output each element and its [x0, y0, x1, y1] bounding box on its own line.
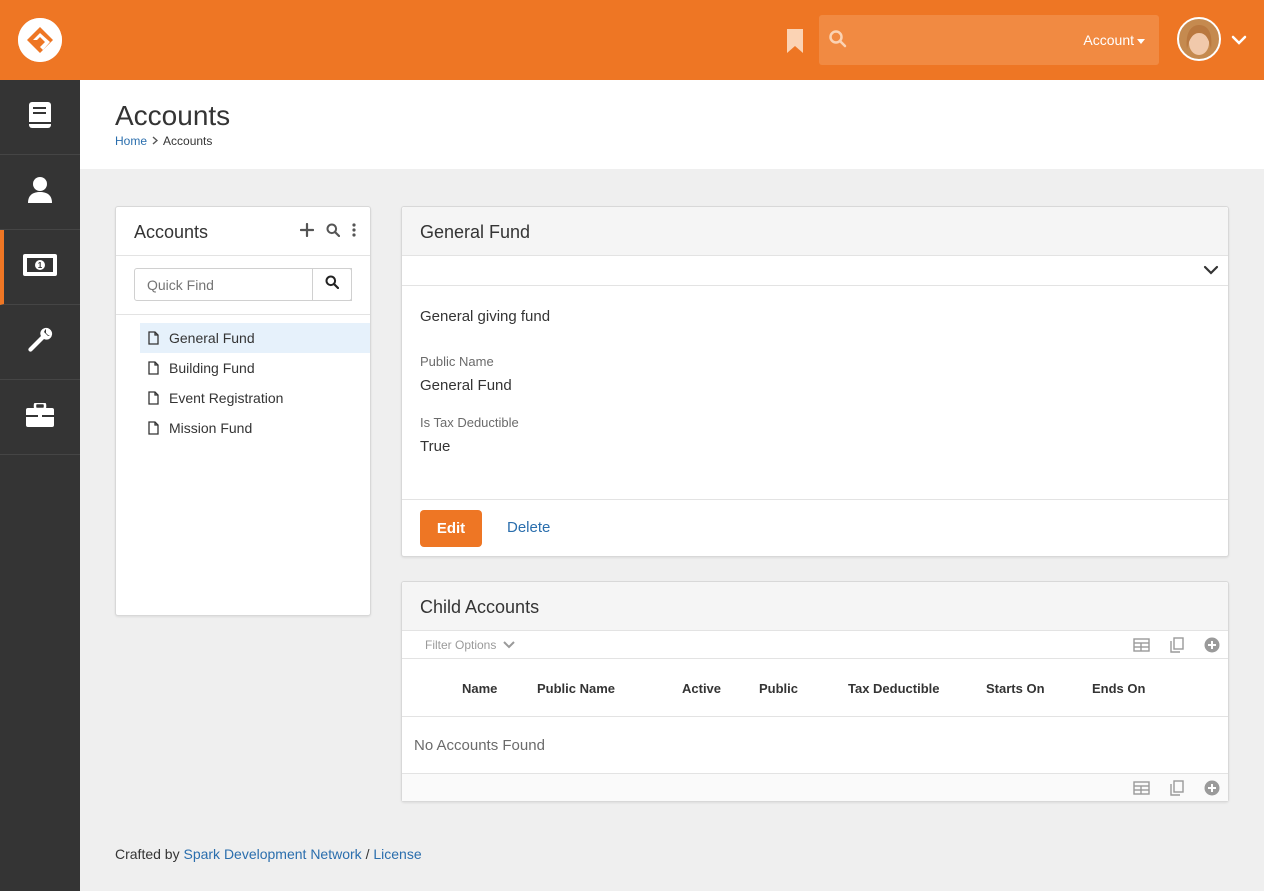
accounts-tree-panel: Accounts General Fund Building Fund Even…: [115, 206, 371, 616]
global-search[interactable]: Account: [819, 15, 1159, 65]
sidebar-item-admin[interactable]: [0, 380, 80, 455]
sidebar-item-content[interactable]: [0, 80, 80, 155]
tree-item-label: Building Fund: [169, 360, 255, 376]
svg-text:1: 1: [38, 261, 43, 270]
grid-filter-bar: Filter Options: [402, 631, 1228, 659]
sidebar-item-people[interactable]: [0, 155, 80, 230]
column-header-name[interactable]: Name: [462, 681, 497, 696]
quick-find-button[interactable]: [312, 268, 352, 301]
footer-prefix: Crafted by: [115, 846, 180, 862]
sidebar-item-tools[interactable]: [0, 305, 80, 380]
bookmark-icon[interactable]: [785, 29, 805, 53]
column-header-tax-deductible[interactable]: Tax Deductible: [848, 681, 940, 696]
public-name-value: General Fund: [420, 377, 512, 394]
add-circle-icon[interactable]: [1204, 637, 1220, 658]
tree-item-label: General Fund: [169, 330, 255, 346]
sidebar: 1: [0, 80, 80, 891]
divider: [116, 314, 370, 315]
breadcrumb: Home Accounts: [115, 134, 212, 148]
grid-actions-bottom: [1133, 780, 1220, 801]
filter-options-toggle[interactable]: Filter Options: [425, 638, 515, 652]
tree-item[interactable]: Building Fund: [140, 353, 370, 383]
column-header-ends-on[interactable]: Ends On: [1092, 681, 1145, 696]
page-title: Accounts: [115, 100, 231, 131]
grid-header-row: Name Public Name Active Public Tax Deduc…: [402, 659, 1228, 717]
tree-panel-title: Accounts: [134, 222, 209, 242]
merge-template-icon[interactable]: [1170, 780, 1184, 801]
search-scope-dropdown[interactable]: Account: [1083, 32, 1145, 48]
detail-panel-title: General Fund: [420, 222, 531, 242]
more-vertical-icon[interactable]: [352, 223, 356, 242]
child-accounts-title: Child Accounts: [420, 597, 540, 617]
file-icon: [148, 361, 159, 375]
detail-panel-header: General Fund: [402, 207, 1228, 256]
export-excel-icon[interactable]: [1133, 781, 1150, 800]
book-icon: [28, 101, 52, 134]
person-icon: [27, 176, 53, 209]
search-scope-label: Account: [1083, 32, 1134, 48]
export-excel-icon[interactable]: [1133, 638, 1150, 657]
user-avatar[interactable]: [1177, 17, 1221, 61]
add-icon[interactable]: [299, 222, 315, 242]
child-accounts-panel: Child Accounts Filter Options Name Publi…: [401, 581, 1229, 802]
filter-options-label: Filter Options: [425, 638, 497, 652]
chevron-down-icon: [502, 641, 515, 649]
briefcase-icon: [26, 401, 54, 432]
search-icon[interactable]: [326, 223, 341, 242]
account-description: General giving fund: [420, 308, 551, 325]
add-circle-icon[interactable]: [1204, 780, 1220, 801]
search-icon: [325, 275, 340, 294]
tree-item[interactable]: Event Registration: [140, 383, 370, 413]
page-header: Accounts Home Accounts: [80, 80, 1264, 169]
tax-deductible-value: True: [420, 438, 451, 455]
page-footer: Crafted by Spark Development Network / L…: [115, 846, 422, 862]
merge-template-icon[interactable]: [1170, 637, 1184, 658]
edit-button[interactable]: Edit: [420, 510, 482, 547]
money-icon: 1: [23, 253, 57, 281]
detail-actions: Edit Delete: [402, 499, 1228, 556]
tree-item-label: Event Registration: [169, 390, 284, 406]
attribute-collapse-bar[interactable]: [402, 256, 1228, 286]
delete-link[interactable]: Delete: [507, 519, 550, 536]
caret-down-icon: [1137, 38, 1145, 44]
footer-license-link[interactable]: License: [373, 846, 421, 862]
chevron-down-icon: [1203, 265, 1219, 275]
account-detail-panel: General Fund General giving fund Public …: [401, 206, 1229, 557]
grid-empty-message: No Accounts Found: [414, 737, 545, 754]
tree-actions: [299, 222, 356, 242]
chevron-right-icon: [152, 134, 159, 148]
sidebar-item-finance[interactable]: 1: [0, 230, 80, 305]
footer-separator: /: [365, 846, 370, 862]
column-header-public-name[interactable]: Public Name: [537, 681, 615, 696]
tree-item-label: Mission Fund: [169, 420, 253, 436]
column-header-active[interactable]: Active: [682, 681, 721, 696]
tree-panel-header: Accounts: [116, 207, 370, 256]
file-icon: [148, 331, 159, 345]
column-header-starts-on[interactable]: Starts On: [986, 681, 1045, 696]
public-name-label: Public Name: [420, 354, 494, 369]
chevron-down-icon[interactable]: [1231, 33, 1247, 51]
account-tree: General Fund Building Fund Event Registr…: [140, 323, 370, 443]
search-icon: [829, 30, 847, 53]
tree-item[interactable]: General Fund: [140, 323, 370, 353]
footer-org-link[interactable]: Spark Development Network: [183, 846, 361, 862]
wrench-icon: [26, 326, 54, 359]
rock-logo-icon[interactable]: [18, 18, 62, 62]
grid-footer: [402, 773, 1228, 801]
breadcrumb-current: Accounts: [163, 134, 213, 148]
top-navbar: Account: [0, 0, 1264, 80]
file-icon: [148, 391, 159, 405]
grid-actions-top: [1133, 637, 1220, 658]
breadcrumb-home-link[interactable]: Home: [115, 134, 147, 148]
file-icon: [148, 421, 159, 435]
child-accounts-header: Child Accounts: [402, 582, 1228, 631]
tax-deductible-label: Is Tax Deductible: [420, 415, 519, 430]
column-header-public[interactable]: Public: [759, 681, 798, 696]
tree-item[interactable]: Mission Fund: [140, 413, 370, 443]
